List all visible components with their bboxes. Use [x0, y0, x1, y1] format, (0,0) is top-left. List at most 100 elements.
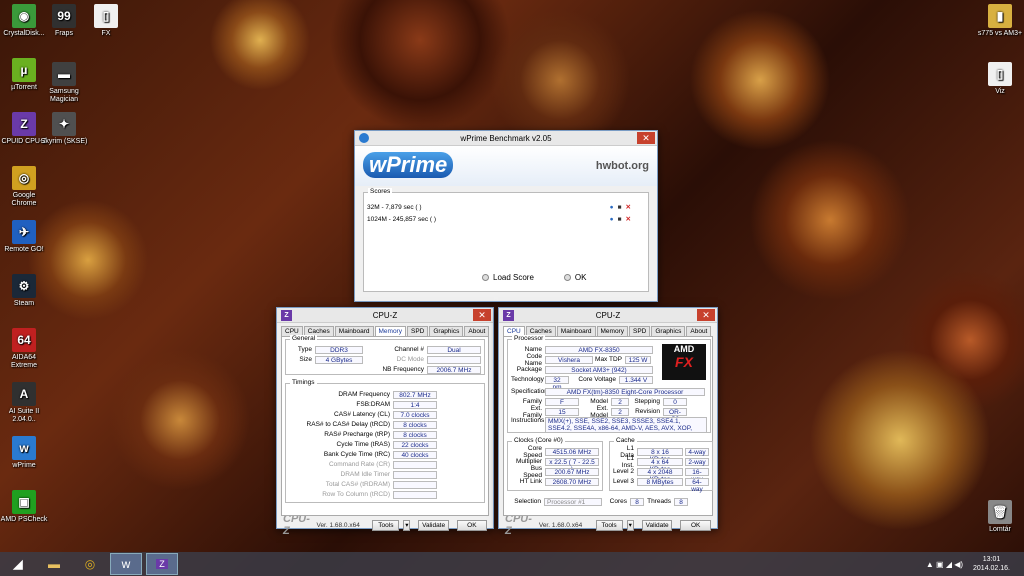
system-tray-icons[interactable]: ▲ ▣ ◢ ◀) [926, 560, 963, 569]
tab-about[interactable]: About [686, 326, 712, 336]
desktop-icon-remote-go[interactable]: ✈ Remote GO! [0, 220, 48, 254]
cache-size-value: 4 x 2048 KBytes [637, 467, 683, 483]
cpuz-cpu-titlebar[interactable]: Z CPU-Z ✕ [499, 308, 717, 323]
timing-row: DRAM Idle Timer [289, 470, 481, 479]
revision-value: OR-C0 [663, 407, 687, 423]
tab-about[interactable]: About [464, 326, 490, 336]
timing-label: Row To Column (tRCD) [322, 491, 390, 498]
desktop-icon-label: Skyrim (SKSE) [40, 138, 88, 145]
extmodel-value: 2 [611, 407, 629, 416]
desktop-icon-ai-suite-ii-2-04-0[interactable]: A AI Suite II 2.04.0.. [0, 382, 48, 424]
timing-label: DRAM Frequency [338, 391, 390, 398]
timing-row: Total CAS# (tRDRAM) [289, 480, 481, 489]
ok-button[interactable]: OK [680, 519, 711, 531]
cache-size-value: 4 x 64 KBytes [637, 457, 683, 473]
validate-button[interactable]: Validate [418, 519, 449, 531]
desktop-icon-amd-pscheck[interactable]: ▣ AMD PSCheck [0, 490, 48, 524]
tab-memory[interactable]: Memory [596, 326, 628, 336]
desktop-icon-fx[interactable]: ▯ FX [82, 4, 130, 38]
tab-memory[interactable]: Memory [374, 326, 406, 336]
cores-value: 8 [630, 497, 644, 506]
cache-level-label: L1 Inst. [621, 454, 634, 469]
desktop-icon-google-chrome[interactable]: ◎ Google Chrome [0, 166, 48, 208]
timing-label: CAS# Latency (CL) [334, 411, 390, 418]
score-text: 32M - 7,879 sec ( ) [367, 203, 422, 211]
tab-mainboard[interactable]: Mainboard [334, 326, 374, 336]
timing-value: 1:4 [393, 400, 437, 409]
scores-label: Scores [368, 188, 393, 195]
general-group: General Type DDR3 Channel # Dual Size 4 … [285, 335, 485, 375]
cpuz-cpu-title: CPU-Z [595, 310, 621, 320]
globe-icon[interactable]: ● [610, 216, 614, 223]
timing-row: CAS# Latency (CL) 7.0 clocks [289, 410, 481, 419]
cpuz-brand: CPU-Z [505, 513, 532, 537]
selection-dropdown[interactable]: Processor #1 [544, 497, 602, 506]
codename-label: Code Name [524, 352, 542, 367]
ok-radio[interactable]: OK [563, 273, 586, 282]
cache-group: Cache L1 Data8 x 16 KBytes4-wayL1 Inst.4… [609, 437, 713, 493]
tab-graphics[interactable]: Graphics [429, 326, 464, 336]
cpuz-taskbar-icon[interactable]: Z [146, 553, 178, 575]
remote-go-icon: ✈ [12, 220, 36, 244]
cpuz-cpu-footer: CPU-Z Ver. 1.68.0.x64 Tools ▾ Validate O… [499, 513, 717, 537]
validate-button[interactable]: Validate [641, 519, 673, 531]
desktop-icon-wprime[interactable]: w wPrime [0, 436, 48, 470]
package-label: Package [516, 366, 542, 373]
cache-row: Level 38 MBytes 64-way [613, 477, 709, 493]
wprime-taskbar-icon[interactable]: w [110, 553, 142, 575]
hwbot-logo: hwbot.org [595, 160, 649, 172]
radio-icon [563, 274, 571, 282]
stepping-label: Stepping [634, 398, 660, 405]
wprime-titlebar[interactable]: wPrime Benchmark v2.05 ✕ [355, 131, 657, 146]
globe-icon[interactable]: ● [610, 204, 614, 211]
timing-label: Bank Cycle Time (tRC) [323, 451, 390, 458]
amd-fx-badge: AMD FX [662, 344, 706, 380]
viz-icon: ▯ [988, 62, 1012, 86]
desktop-icon-lomt-r[interactable]: 🗑 Lomtár [976, 500, 1024, 534]
cpuz-memory-titlebar[interactable]: Z CPU-Z ✕ [277, 308, 493, 323]
corespeed-value: 4515.06 MHz [545, 447, 599, 456]
save-icon[interactable]: ■ [618, 204, 622, 211]
clock[interactable]: 13:01 2014.02.16. [973, 555, 1010, 573]
file-explorer-taskbar-icon[interactable]: ▬ [38, 553, 70, 575]
desktop-icon-steam[interactable]: ⚙ Steam [0, 274, 48, 308]
desktop-icon-s775-vs-am3[interactable]: ▮ s775 vs AM3+ [976, 4, 1024, 38]
tab-graphics[interactable]: Graphics [651, 326, 686, 336]
start-button[interactable]: ◢ [2, 553, 34, 575]
spec-value: AMD FX(tm)-8350 Eight-Core Processor [545, 387, 705, 396]
delete-icon[interactable]: ✕ [626, 215, 631, 223]
multiplier-value: x 22.5 ( 7 - 22.5 ) [545, 457, 599, 473]
tab-mainboard[interactable]: Mainboard [556, 326, 596, 336]
cpuz-cpu-close-button[interactable]: ✕ [697, 309, 715, 321]
desktop-icon-skyrim-skse[interactable]: ✦ Skyrim (SKSE) [40, 112, 88, 146]
wprime-scores-group: Scores 32M - 7,879 sec ( ) ● ■ ✕ 1024M - 245… [363, 188, 649, 292]
timing-label: Command Rate (CR) [328, 461, 390, 468]
tab-spd[interactable]: SPD [406, 326, 429, 336]
timing-label: FSB:DRAM [356, 401, 390, 408]
timing-label: Total CAS# (tRDRAM) [325, 481, 390, 488]
wprime-close-button[interactable]: ✕ [637, 132, 655, 144]
timing-value: 8 clocks [393, 430, 437, 439]
dcmode-label: DC Mode [396, 356, 424, 363]
cpuz-memory-close-button[interactable]: ✕ [473, 309, 491, 321]
desktop-icon-aida64-extreme[interactable]: 64 AIDA64 Extreme [0, 328, 48, 370]
tab-spd[interactable]: SPD [628, 326, 651, 336]
tools-dropdown-icon[interactable]: ▾ [626, 519, 634, 531]
desktop-icon-samsung-magician[interactable]: ▬ Samsung Magician [40, 62, 88, 104]
save-icon[interactable]: ■ [618, 216, 622, 223]
chrome-taskbar-icon[interactable]: ◎ [74, 553, 106, 575]
taskbar: ◢ ▬ ◎ w Z ▲ ▣ ◢ ◀) 13:01 2014.02.16. [0, 552, 1024, 576]
cache-label: Cache [614, 437, 637, 444]
tools-button[interactable]: Tools [595, 519, 623, 531]
desktop-icon-fraps[interactable]: 99 Fraps [40, 4, 88, 38]
tools-dropdown-icon[interactable]: ▾ [403, 519, 411, 531]
delete-icon[interactable]: ✕ [626, 203, 631, 211]
skyrim-skse-icon: ✦ [52, 112, 76, 136]
desktop-icon-viz[interactable]: ▯ Viz [976, 62, 1024, 96]
tools-button[interactable]: Tools [372, 519, 400, 531]
load-score-radio[interactable]: Load Score [482, 273, 534, 282]
timing-label: RAS# Precharge (tRP) [324, 431, 390, 438]
ok-button[interactable]: OK [456, 519, 487, 531]
aida64-extreme-icon: 64 [12, 328, 36, 352]
load-score-label: Load Score [493, 273, 534, 282]
